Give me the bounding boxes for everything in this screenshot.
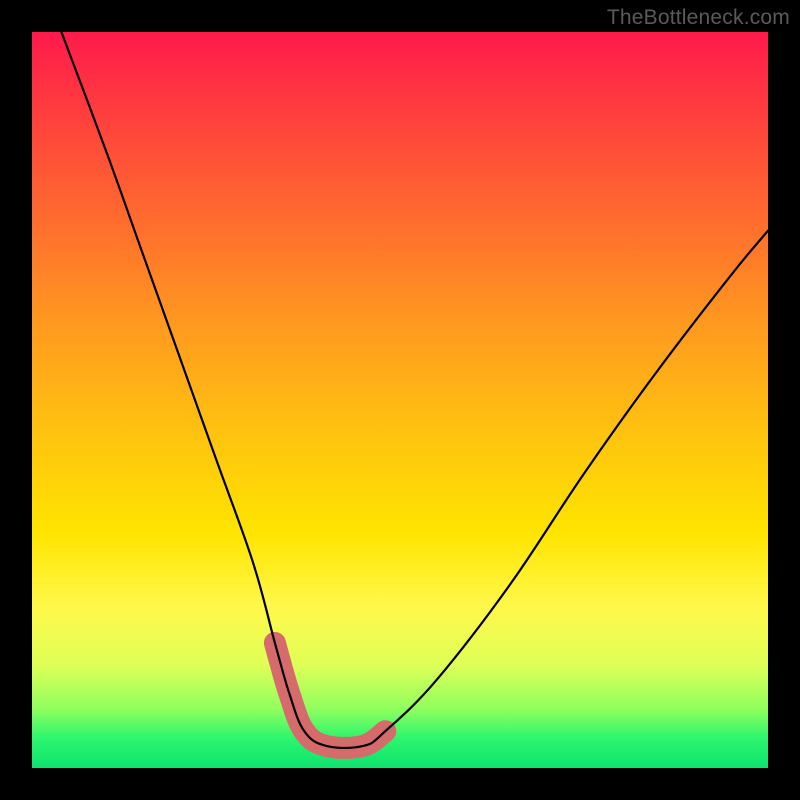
watermark-text: TheBottleneck.com	[607, 6, 790, 30]
optimal-band-path	[275, 643, 385, 748]
bottleneck-curve-path	[61, 32, 768, 748]
plot-area	[32, 32, 768, 768]
chart-stage: TheBottleneck.com	[0, 0, 800, 800]
curve-svg	[32, 32, 768, 768]
